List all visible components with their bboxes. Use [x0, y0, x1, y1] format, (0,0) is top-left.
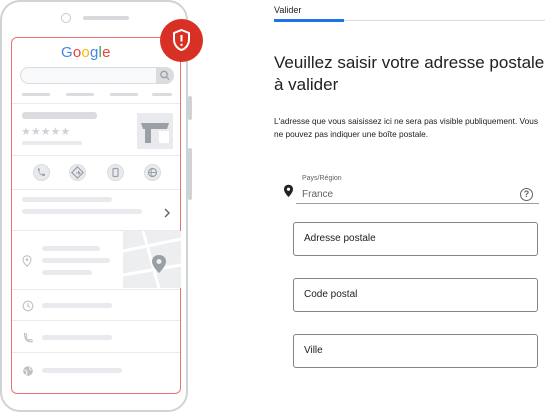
placeholder-text — [42, 368, 122, 373]
street-address-label: Adresse postale — [304, 233, 376, 244]
divider — [12, 352, 180, 353]
search-bar — [20, 67, 174, 84]
placeholder-tab — [110, 93, 138, 96]
placeholder-text — [42, 246, 100, 251]
logo-letter: G — [61, 44, 73, 61]
city-label: Ville — [304, 345, 323, 356]
placeholder-text — [22, 141, 82, 145]
chevron-right-icon — [163, 205, 171, 223]
city-field[interactable]: Ville — [293, 334, 538, 368]
star-icon: ★ — [30, 126, 41, 138]
phone-side-button — [188, 96, 192, 120]
postal-code-field[interactable]: Code postal — [293, 278, 538, 312]
divider — [12, 320, 180, 321]
tab-valider[interactable]: Valider — [274, 5, 301, 15]
search-button — [156, 67, 174, 84]
country-select[interactable]: France — [302, 189, 333, 200]
star-icon: ★ — [40, 126, 51, 138]
phone-speaker — [83, 16, 129, 20]
country-underline — [296, 203, 539, 204]
star-icon: ★ — [50, 126, 61, 138]
logo-letter: e — [102, 44, 111, 61]
globe-icon — [22, 364, 34, 382]
phone-screen — [11, 37, 181, 394]
logo-letter: g — [89, 44, 99, 61]
search-icon — [160, 70, 170, 80]
postal-code-label: Code postal — [304, 289, 358, 300]
phone-icon — [22, 331, 34, 349]
placeholder-text — [22, 209, 142, 214]
street-address-field[interactable]: Adresse postale — [293, 222, 538, 256]
logo-letter: o — [81, 44, 90, 61]
shield-alert-badge — [160, 19, 203, 62]
divider — [12, 289, 180, 290]
divider — [12, 155, 180, 156]
placeholder-text — [42, 303, 112, 308]
phone-side-button — [188, 148, 192, 200]
location-icon — [22, 254, 32, 272]
description-text: L'adresse que vous saisissez ici ne sera… — [274, 116, 539, 139]
directions-action-icon — [69, 164, 86, 181]
tab-active-indicator — [274, 19, 344, 22]
country-label: Pays/Région — [302, 175, 342, 182]
star-icon: ★ — [60, 126, 71, 138]
storefront-icon — [137, 113, 173, 149]
divider — [12, 103, 180, 104]
shield-alert-icon — [173, 28, 190, 52]
map-thumbnail — [122, 230, 182, 289]
page-title: Veuillez saisir votre adresse postale à … — [274, 53, 545, 94]
call-action-icon — [33, 164, 50, 181]
placeholder-text — [42, 258, 110, 263]
google-logo: Google — [61, 44, 111, 61]
placeholder-text — [22, 197, 112, 202]
divider — [12, 189, 180, 190]
placeholder-business-name — [22, 112, 97, 119]
star-icon: ★ — [21, 126, 31, 138]
save-action-icon — [107, 164, 124, 181]
logo-letter: o — [72, 44, 82, 61]
placeholder-tab — [22, 93, 50, 96]
clock-icon — [22, 299, 34, 317]
help-circle-icon[interactable]: ? — [520, 188, 533, 201]
placeholder-tab — [152, 93, 172, 96]
location-pin-icon — [283, 184, 294, 203]
placeholder-text — [42, 270, 92, 275]
website-action-icon — [144, 164, 161, 181]
placeholder-tab — [66, 93, 94, 96]
rating-stars: ★★★★★ — [21, 122, 70, 140]
phone-camera — [61, 13, 71, 23]
placeholder-text — [42, 335, 112, 340]
